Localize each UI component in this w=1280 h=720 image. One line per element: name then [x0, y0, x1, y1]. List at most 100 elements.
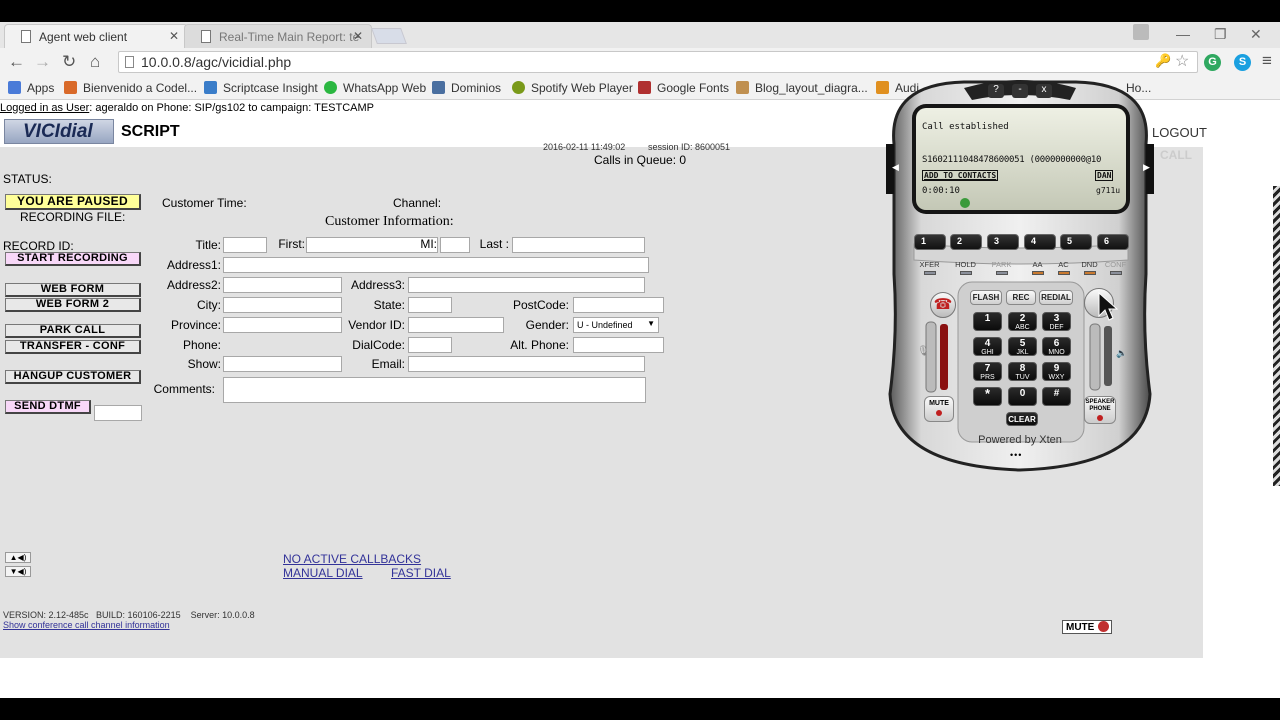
bookmark-spotify[interactable]: Spotify Web Player: [512, 81, 633, 95]
logout-link[interactable]: LOGOUT: [1152, 125, 1207, 140]
softphone-window[interactable]: ? - x ◀ ▶ Call established S160211104847…: [884, 74, 1156, 476]
menu-icon[interactable]: ≡: [1262, 51, 1272, 71]
bookmark-star-icon[interactable]: ☆: [1175, 51, 1189, 71]
line-3-button[interactable]: 3: [987, 234, 1019, 250]
bookmark-whatsapp[interactable]: WhatsApp Web: [324, 81, 426, 95]
send-dtmf-button[interactable]: SEND DTMF: [5, 400, 91, 414]
flash-button[interactable]: FLASH: [970, 290, 1002, 305]
vendor-id-field[interactable]: [408, 317, 504, 333]
email-field[interactable]: [408, 356, 645, 372]
address-bar[interactable]: 10.0.0.8/agc/vicidial.php 🔑 ☆: [118, 51, 1198, 73]
line-4-button[interactable]: 4: [1024, 234, 1056, 250]
skype-icon[interactable]: S: [1234, 54, 1251, 71]
volume-up-icon[interactable]: ▲◀): [5, 552, 31, 563]
drag-handle-icon[interactable]: •••: [1010, 450, 1022, 460]
phone-mute-button[interactable]: MUTE: [924, 396, 954, 422]
dnd-button[interactable]: DND: [1076, 260, 1103, 277]
tab-script[interactable]: SCRIPT: [114, 119, 180, 144]
key-0[interactable]: 0: [1008, 387, 1037, 406]
first-name-field[interactable]: [306, 237, 438, 253]
comments-textarea[interactable]: [223, 377, 646, 403]
extension-icon[interactable]: G: [1204, 54, 1221, 71]
web-form-button[interactable]: WEB FORM: [5, 283, 141, 297]
start-recording-button[interactable]: START RECORDING: [5, 252, 141, 266]
speakerphone-button[interactable]: SPEAKER PHONE: [1084, 396, 1116, 424]
right-arrow-icon[interactable]: ▶: [1143, 162, 1150, 173]
title-field[interactable]: [223, 237, 267, 253]
help-button[interactable]: ?: [988, 84, 1004, 98]
redial-button[interactable]: REDIAL: [1039, 290, 1073, 305]
profile-icon[interactable]: [1133, 24, 1149, 40]
gender-select[interactable]: U - Undefined ▼: [573, 317, 659, 333]
key-6[interactable]: 6 MNO: [1042, 337, 1071, 356]
close-tab-icon[interactable]: ✕: [169, 29, 179, 43]
park-call-button[interactable]: PARK CALL: [5, 324, 141, 338]
tab-real-time-report[interactable]: Real-Time Main Report: te ✕: [184, 24, 372, 48]
minimize-icon[interactable]: —: [1176, 26, 1190, 42]
close-tab-icon[interactable]: ✕: [353, 29, 363, 43]
show-field[interactable]: [223, 356, 342, 372]
address1-field[interactable]: [223, 257, 649, 273]
state-field[interactable]: [408, 297, 452, 313]
line-6-button[interactable]: 6: [1097, 234, 1129, 250]
hangup-customer-button[interactable]: HANGUP CUSTOMER: [5, 370, 141, 384]
new-tab-button[interactable]: [371, 28, 407, 44]
manual-dial-link[interactable]: MANUAL DIAL: [283, 566, 363, 580]
minimize-phone-button[interactable]: -: [1012, 84, 1028, 98]
forward-icon[interactable]: →: [34, 52, 51, 72]
last-name-field[interactable]: [512, 237, 645, 253]
key-hash[interactable]: #: [1042, 387, 1071, 406]
key-3[interactable]: 3 DEF: [1042, 312, 1071, 331]
line-2-button[interactable]: 2: [950, 234, 982, 250]
address3-field[interactable]: [408, 277, 645, 293]
xfer-button[interactable]: XFER: [916, 260, 943, 277]
left-arrow-icon[interactable]: ◀: [892, 162, 899, 173]
key-9[interactable]: 9 WXY: [1042, 362, 1071, 381]
bookmark-codel[interactable]: Bienvenido a Codel...: [64, 81, 197, 95]
park-button[interactable]: PARK: [988, 260, 1015, 277]
show-conference-link[interactable]: Show conference call channel information: [3, 620, 170, 630]
hangup-icon[interactable]: ☎: [930, 292, 956, 318]
province-field[interactable]: [223, 317, 342, 333]
back-icon[interactable]: ←: [8, 52, 25, 72]
key-2[interactable]: 2 ABC: [1008, 312, 1037, 331]
key-4[interactable]: 4 GHI: [973, 337, 1002, 356]
restore-icon[interactable]: ❐: [1214, 26, 1227, 43]
key-7[interactable]: 7 PRS: [973, 362, 1002, 381]
rec-button[interactable]: REC: [1006, 290, 1036, 305]
tab-agent-web-client[interactable]: Agent web client ✕: [4, 24, 188, 48]
bookmark-dominios[interactable]: Dominios: [432, 81, 501, 95]
postcode-field[interactable]: [573, 297, 664, 313]
add-to-contacts-button[interactable]: ADD TO CONTACTS: [922, 170, 999, 181]
aa-button[interactable]: AA: [1024, 260, 1051, 277]
bookmark-apps[interactable]: Apps: [8, 81, 54, 95]
reload-icon[interactable]: ↻: [62, 52, 76, 72]
key-1[interactable]: 1: [973, 312, 1002, 331]
bookmark-google-fonts[interactable]: Google Fonts: [638, 81, 729, 95]
key-5[interactable]: 5 JKL: [1008, 337, 1037, 356]
clear-button[interactable]: CLEAR: [1006, 412, 1038, 426]
close-window-icon[interactable]: ✕: [1250, 26, 1262, 43]
key-icon[interactable]: 🔑: [1155, 53, 1171, 69]
hold-button[interactable]: HOLD: [952, 260, 979, 277]
key-star[interactable]: *: [973, 387, 1002, 406]
address2-field[interactable]: [223, 277, 342, 293]
transfer-conf-button[interactable]: TRANSFER - CONF: [5, 340, 141, 354]
mi-field[interactable]: [440, 237, 470, 253]
line-1-button[interactable]: 1: [914, 234, 946, 250]
fast-dial-link[interactable]: FAST DIAL: [391, 566, 451, 580]
city-field[interactable]: [223, 297, 342, 313]
no-active-callbacks-link[interactable]: NO ACTIVE CALLBACKS: [283, 552, 421, 566]
alt-phone-field[interactable]: [573, 337, 664, 353]
mute-button[interactable]: MUTE: [1062, 620, 1112, 634]
line-5-button[interactable]: 5: [1060, 234, 1092, 250]
volume-down-icon[interactable]: ▼◀): [5, 566, 31, 577]
ac-button[interactable]: AC: [1050, 260, 1077, 277]
home-icon[interactable]: ⌂: [90, 52, 100, 72]
web-form-2-button[interactable]: WEB FORM 2: [5, 298, 141, 312]
close-phone-button[interactable]: x: [1036, 84, 1052, 98]
conf-button[interactable]: CONF: [1102, 260, 1129, 277]
bookmark-blog-layout[interactable]: Blog_layout_diagra...: [736, 81, 868, 95]
page-info-icon[interactable]: [125, 56, 134, 68]
dtmf-input[interactable]: [94, 405, 142, 421]
